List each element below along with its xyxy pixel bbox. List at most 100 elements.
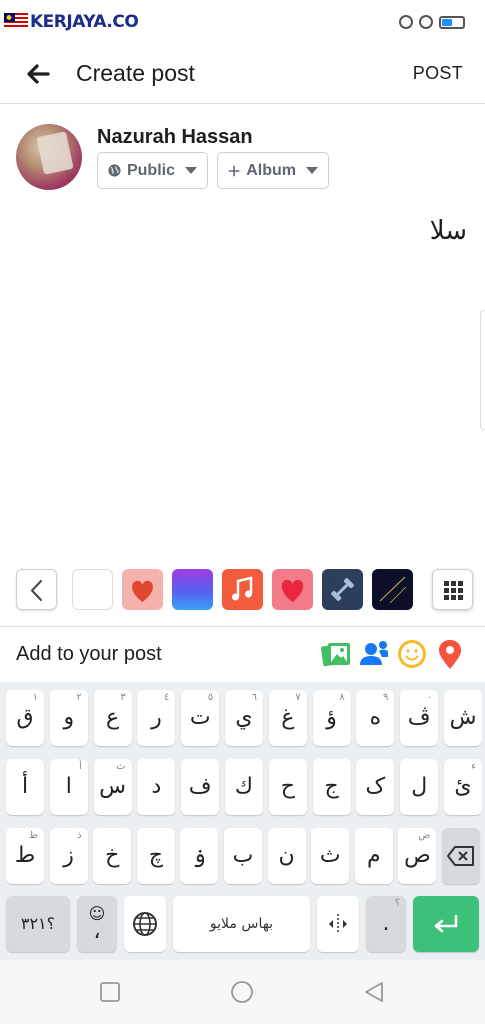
key-hint: ٠ [426,692,433,703]
background-swatch-white[interactable] [72,569,113,610]
period-key[interactable]: ؟ . [366,896,406,952]
key-row1-4[interactable]: ٤ر [137,690,176,746]
key-char: ص [404,843,431,868]
key-char: ع [106,705,120,730]
key-row1-10[interactable]: ٠ڤ [400,690,439,746]
background-swatch-love[interactable] [272,569,313,610]
status-icons [399,15,465,29]
feeling-icon[interactable] [395,637,429,671]
background-swatch-gradient[interactable] [172,569,213,610]
key-row3-5[interactable]: ۏ [180,828,219,884]
key-row3-1[interactable]: ظط [6,828,44,884]
key-row1-7[interactable]: ٧غ [268,690,307,746]
key-row2-8[interactable]: ج [312,759,351,815]
key-row3-4[interactable]: چ [136,828,175,884]
key-row3-10[interactable]: ضص [398,828,437,884]
key-row3-3[interactable]: خ [93,828,132,884]
key-char: ل [411,774,428,799]
globe-icon [108,164,121,177]
backspace-key[interactable] [442,828,480,884]
key-char: چ [148,843,163,868]
key-row1-11[interactable]: ش [444,690,482,746]
key-row2-10[interactable]: ل [400,759,439,815]
privacy-label: Public [126,161,175,179]
key-row2-6[interactable]: ك [225,759,263,815]
emoji-comma-key[interactable]: ☺ ، [77,896,117,952]
side-scroll-handle[interactable] [480,310,485,430]
key-hint: آ [79,761,82,772]
add-to-post-label: Add to your post [16,643,162,665]
key-row2-3[interactable]: ثس [93,759,132,815]
key-char: ؤ [326,705,337,730]
chevron-left-icon [30,580,42,601]
key-hint: ٧ [295,692,301,703]
key-row1-6[interactable]: ٦ي [225,690,263,746]
key-row2-7[interactable]: ح [268,759,307,815]
album-selector[interactable]: Album [217,152,329,189]
language-key[interactable] [124,896,166,952]
caret-down-icon [306,167,318,174]
key-hint: ١ [32,692,38,703]
key-char: ش [449,705,477,730]
plus-icon [228,165,240,176]
photo-icon[interactable] [319,637,353,671]
key-row1-8[interactable]: ٨ؤ [312,690,351,746]
system-nav-bar [0,960,485,1024]
key-char: ا [65,774,72,799]
key-row2-9[interactable]: ک [356,759,395,815]
app-header: Create post POST [0,46,485,104]
backspace-icon [447,846,474,866]
key-char: ڤ [407,705,431,730]
key-row2-4[interactable]: د [137,759,176,815]
key-row1-5[interactable]: ٥ت [181,690,220,746]
post-button[interactable]: POST [413,63,463,84]
cursor-key[interactable] [317,896,359,952]
key-hint: ض [418,830,431,841]
key-hint: ٢ [76,692,82,703]
home-circle-icon[interactable] [230,980,254,1004]
key-row1-3[interactable]: ٣ع [93,690,132,746]
tag-people-icon[interactable] [357,637,391,671]
space-key[interactable]: بهاس ملايو [173,896,310,952]
battery-icon [439,15,465,29]
key-row2-11[interactable]: ءئ [444,759,482,815]
key-row3-6[interactable]: ب [224,828,262,884]
key-row2-5[interactable]: ف [181,759,220,815]
key-row1-2[interactable]: ٢و [49,690,88,746]
post-text-input[interactable]: سلا [430,216,467,246]
avatar[interactable] [16,124,82,190]
background-swatch-music[interactable] [222,569,263,610]
back-arrow-icon[interactable] [22,58,54,90]
cursor-arrows-icon [329,914,347,934]
check-in-icon[interactable] [433,637,467,671]
background-swatch-fitness[interactable] [322,569,363,610]
key-row1-1[interactable]: ١ق [6,690,44,746]
heart-icon [132,580,153,602]
key-char: ق [16,705,34,730]
album-label: Album [246,161,296,179]
key-char: ن [278,843,295,868]
recents-square-icon[interactable] [98,980,122,1004]
key-row1-9[interactable]: ٩ه [356,690,395,746]
key-hint: ث [116,761,126,772]
music-note-icon [232,576,253,601]
numbers-key[interactable]: ؟٣٢١ [6,896,70,952]
heart-icon [281,579,304,602]
key-char: ت [189,705,211,730]
privacy-selector[interactable]: Public [97,152,208,189]
status-bar: KERJAYA.CO [0,0,485,46]
key-row3-7[interactable]: ن [267,828,306,884]
key-char: س [99,774,127,799]
key-row2-2[interactable]: آا [49,759,88,815]
back-triangle-icon[interactable] [362,980,386,1004]
key-row3-2[interactable]: ذز [49,828,88,884]
background-swatch-heart[interactable] [122,569,163,610]
background-swatch-night[interactable] [372,569,413,610]
enter-key[interactable] [413,896,479,952]
add-to-post-bar[interactable]: Add to your post [0,626,485,682]
background-collapse-button[interactable] [16,569,57,610]
key-row3-8[interactable]: ث [311,828,350,884]
key-row2-1[interactable]: أ [6,759,44,815]
key-row3-9[interactable]: م [354,828,393,884]
background-grid-button[interactable] [432,569,473,610]
